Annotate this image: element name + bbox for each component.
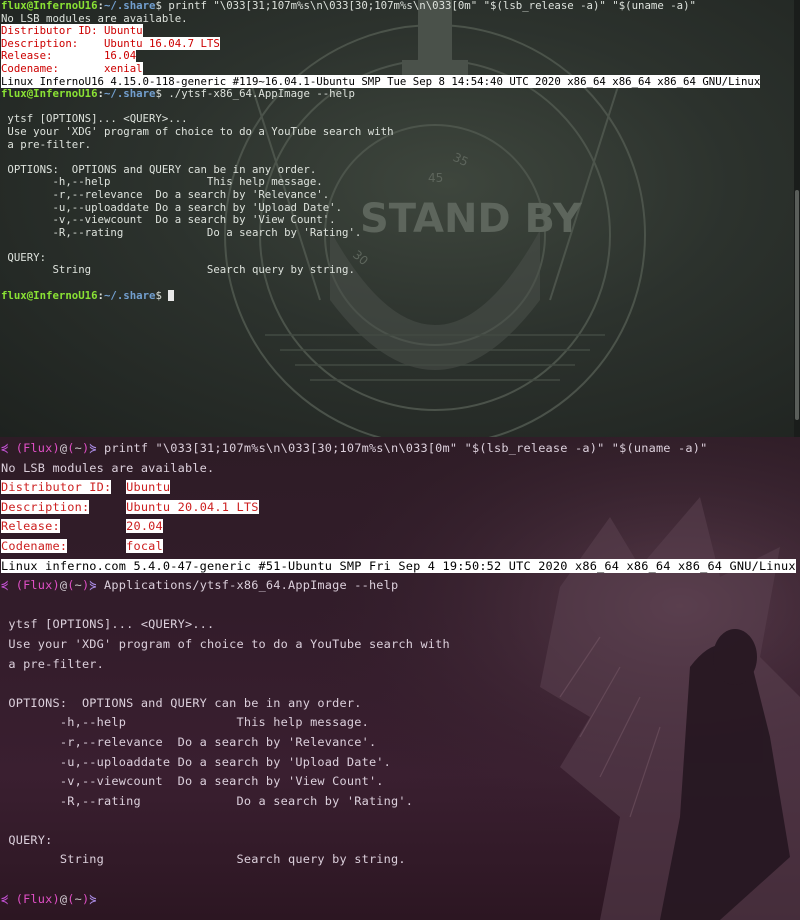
help-line: a pre-filter. — [1, 137, 92, 151]
help-line: ytsf [OPTIONS]... <QUERY>... — [1, 617, 215, 632]
prompt-user: Flux — [23, 578, 53, 593]
prompt-user: Flux — [23, 891, 53, 906]
terminal-top-output: flux@InfernoU16:~/.share$ printf "\033[3… — [1, 0, 793, 302]
help-line — [1, 870, 797, 890]
highlighted-output: Description: Ubuntu 16.04.7 LTS — [1, 36, 220, 50]
prompt-symbol: $ — [155, 288, 162, 302]
highlighted-value: Ubuntu — [126, 480, 171, 495]
terminal-bottom-output: ⋞ (Flux)@(~)⋟ printf "\033[31;107m%s\n\0… — [1, 439, 797, 909]
output-line: No LSB modules are available. — [1, 460, 215, 475]
prompt-path: ~/.share — [103, 0, 156, 12]
help-line: -u,--uploaddate Do a search by 'Upload D… — [1, 754, 392, 769]
command-text: ./ytsf-x86_64.AppImage --help — [161, 87, 355, 101]
highlighted-label: Release: — [1, 519, 60, 534]
help-line — [1, 239, 793, 252]
uname-output: Linux InfernoU16 4.15.0-118-generic #119… — [1, 74, 761, 88]
help-line — [1, 811, 797, 831]
prompt-close-icon: ⋟ — [89, 441, 97, 455]
prompt-user: flux@InfernoU16 — [1, 87, 98, 101]
help-line: String Search query by string. — [1, 852, 406, 867]
help-line: -v,--viewcount Do a search by 'View Coun… — [1, 774, 384, 789]
help-line: Use your 'XDG' program of choice to do a… — [1, 124, 394, 138]
help-line: Use your 'XDG' program of choice to do a… — [1, 636, 450, 651]
highlighted-value: Ubuntu 20.04.1 LTS — [126, 499, 259, 514]
help-line — [1, 596, 797, 616]
uname-output: Linux inferno.com 5.4.0-47-generic #51-U… — [1, 558, 796, 573]
prompt-close-icon: ⋟ — [89, 578, 97, 593]
prompt-dir: ~ — [74, 891, 82, 906]
help-line: -v,--viewcount Do a search by 'View Coun… — [1, 213, 336, 227]
prompt-user: Flux — [23, 441, 53, 455]
prompt-dir: ~ — [74, 441, 82, 455]
terminal-bottom[interactable]: ⋞ (Flux)@(~)⋟ printf "\033[31;107m%s\n\0… — [0, 437, 800, 920]
prompt-line: flux@InfernoU16:~/.share$ ./ytsf-x86_64.… — [1, 87, 355, 101]
terminal-top[interactable]: STAND BY 35 45 30 flux@InfernoU16:~/.sha… — [0, 0, 800, 437]
prompt-path: ~/.share — [103, 87, 156, 101]
help-line: QUERY: — [1, 832, 53, 847]
highlighted-label: Distributor ID: — [1, 480, 112, 495]
highlighted-label: Codename: — [1, 538, 68, 553]
highlighted-value: 20.04 — [126, 519, 163, 534]
scrollbar[interactable] — [794, 0, 800, 437]
prompt-line: ⋞ (Flux)@(~)⋟ Applications/ytsf-x86_64.A… — [1, 578, 399, 593]
help-line: OPTIONS: OPTIONS and QUERY can be in any… — [1, 695, 362, 710]
prompt-close-icon: ⋟ — [89, 891, 97, 906]
highlighted-label: Description: — [1, 499, 90, 514]
prompt-user: flux@InfernoU16 — [1, 288, 98, 302]
help-line: a pre-filter. — [1, 656, 105, 671]
prompt-line: flux@InfernoU16:~/.share$ printf "\033[3… — [1, 0, 696, 12]
help-line: -R,--rating Do a search by 'Rating'. — [1, 793, 414, 808]
help-line: -r,--relevance Do a search by 'Relevance… — [1, 187, 330, 201]
help-line: -R,--rating Do a search by 'Rating'. — [1, 225, 362, 239]
prompt-path: ~/.share — [103, 288, 156, 302]
prompt-line[interactable]: ⋞ (Flux)@(~)⋟ — [1, 890, 797, 910]
command-text: printf "\033[31;107m%s\n\033[30;107m%s\n… — [96, 441, 708, 455]
text-cursor[interactable] — [168, 289, 175, 301]
help-line — [1, 151, 793, 164]
highlighted-value: focal — [126, 538, 163, 553]
help-line — [1, 674, 797, 694]
highlighted-output: Release: 16.04 — [1, 49, 137, 63]
prompt-user: flux@InfernoU16 — [1, 0, 98, 12]
prompt-open-icon: ⋞ — [1, 891, 9, 906]
help-line: -r,--relevance Do a search by 'Relevance… — [1, 734, 377, 749]
command-text: Applications/ytsf-x86_64.AppImage --help — [96, 578, 399, 593]
prompt-open-icon: ⋞ — [1, 578, 9, 593]
highlighted-output: Distributor ID: Ubuntu — [1, 24, 143, 38]
scrollbar-thumb[interactable] — [795, 190, 799, 420]
prompt-line[interactable]: flux@InfernoU16:~/.share$ — [1, 288, 793, 303]
help-line: String Search query by string. — [1, 263, 355, 277]
highlighted-output: Codename: xenial — [1, 61, 143, 75]
help-line: -h,--help This help message. — [1, 715, 369, 730]
prompt-dir: ~ — [74, 578, 82, 593]
prompt-open-icon: ⋞ — [1, 441, 9, 455]
command-text: printf "\033[31;107m%s\n\033[30;107m%s\n… — [161, 0, 696, 12]
prompt-line: ⋞ (Flux)@(~)⋟ printf "\033[31;107m%s\n\0… — [1, 441, 708, 455]
